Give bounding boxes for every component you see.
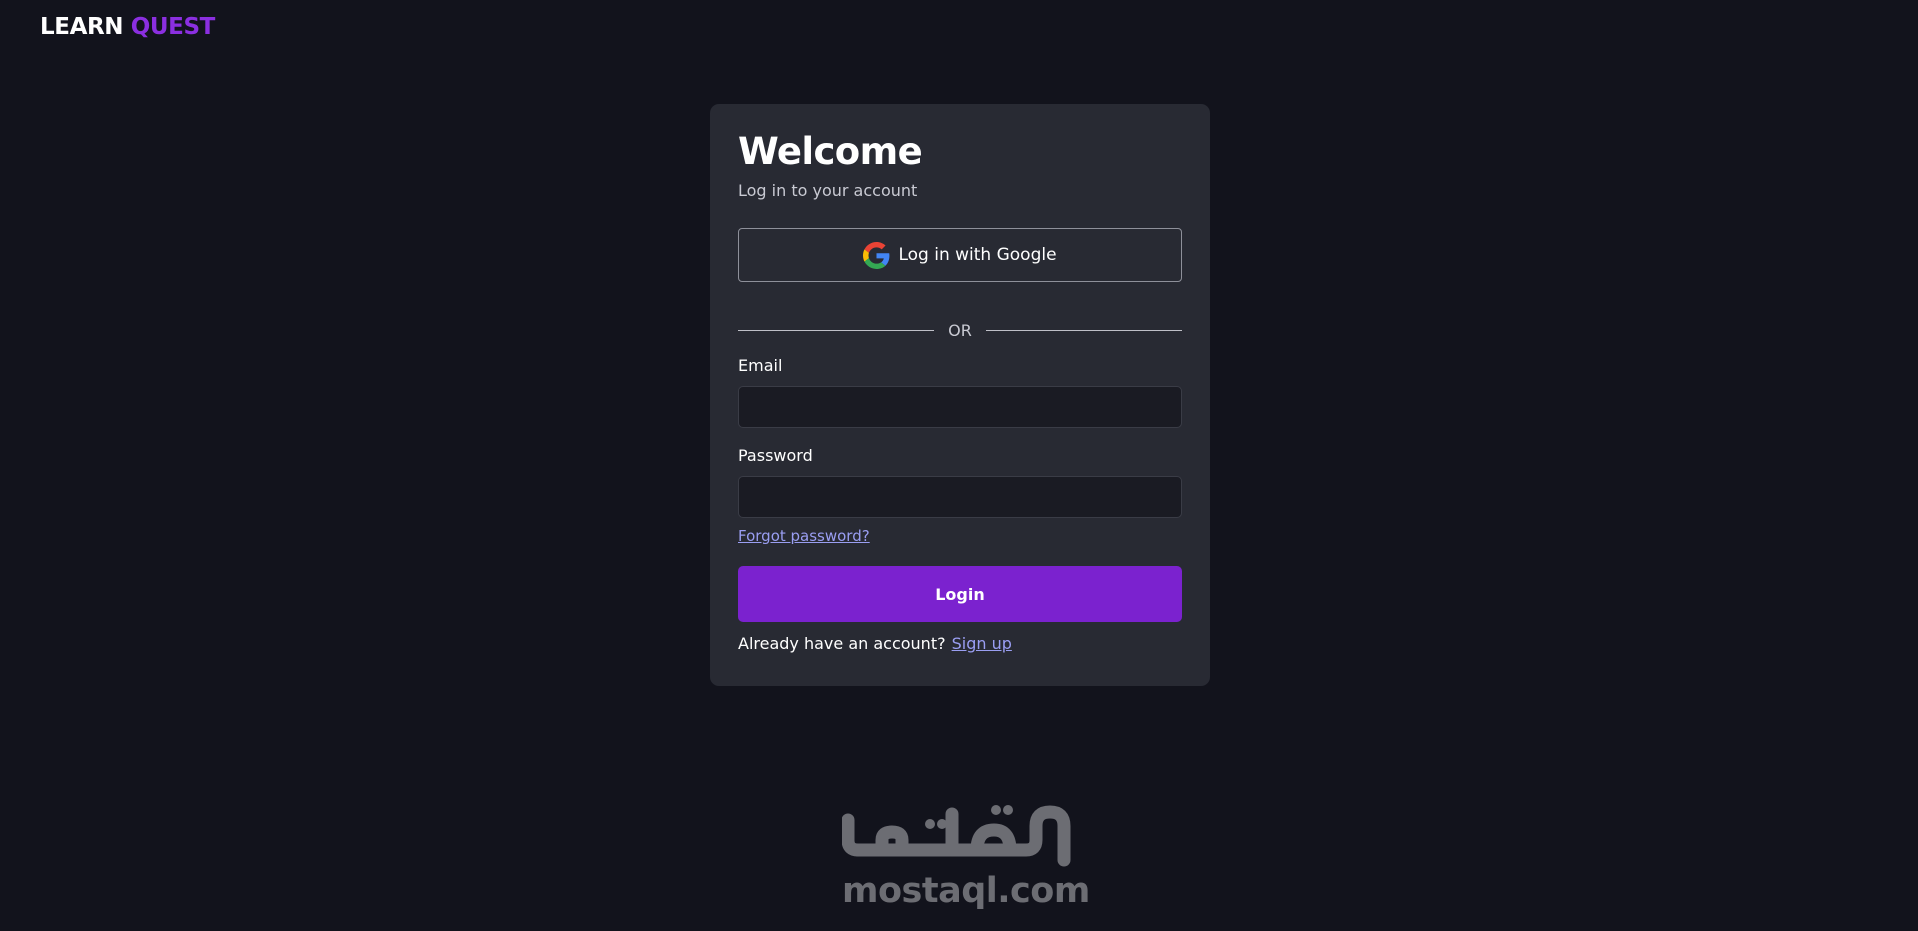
email-label: Email	[738, 356, 783, 375]
divider-or-text: OR	[948, 320, 972, 340]
login-card: Welcome Log in to your account Log in wi…	[710, 104, 1210, 686]
brand-logo-learn: LEARN	[40, 14, 124, 40]
password-field[interactable]	[738, 476, 1182, 518]
brand-logo[interactable]: LEARN QUEST	[40, 14, 215, 40]
page-subtitle: Log in to your account	[738, 181, 918, 200]
signup-link[interactable]: Sign up	[952, 634, 1012, 653]
divider-line-left	[738, 329, 935, 331]
signup-row: Already have an account? Sign up	[738, 634, 1012, 653]
google-g-icon	[863, 241, 890, 269]
mostaql-domain-text: mostaql.com	[842, 871, 1090, 911]
google-login-button[interactable]: Log in with Google	[738, 228, 1182, 282]
brand-logo-quest: QUEST	[130, 14, 216, 40]
login-button[interactable]: Login	[738, 566, 1182, 622]
mostaql-watermark: mostaql.com	[842, 800, 1090, 912]
signup-prompt: Already have an account?	[738, 634, 946, 653]
login-page: LEARN QUEST Welcome Log in to your accou…	[0, 0, 1918, 931]
divider-line-right	[985, 329, 1182, 331]
email-field[interactable]	[738, 386, 1182, 428]
page-title: Welcome	[738, 130, 923, 173]
forgot-password-link[interactable]: Forgot password?	[738, 527, 870, 545]
google-login-label: Log in with Google	[898, 245, 1057, 265]
mostaql-arabic-logo	[842, 805, 1071, 867]
or-divider: OR	[738, 320, 1182, 340]
password-label: Password	[738, 446, 813, 465]
